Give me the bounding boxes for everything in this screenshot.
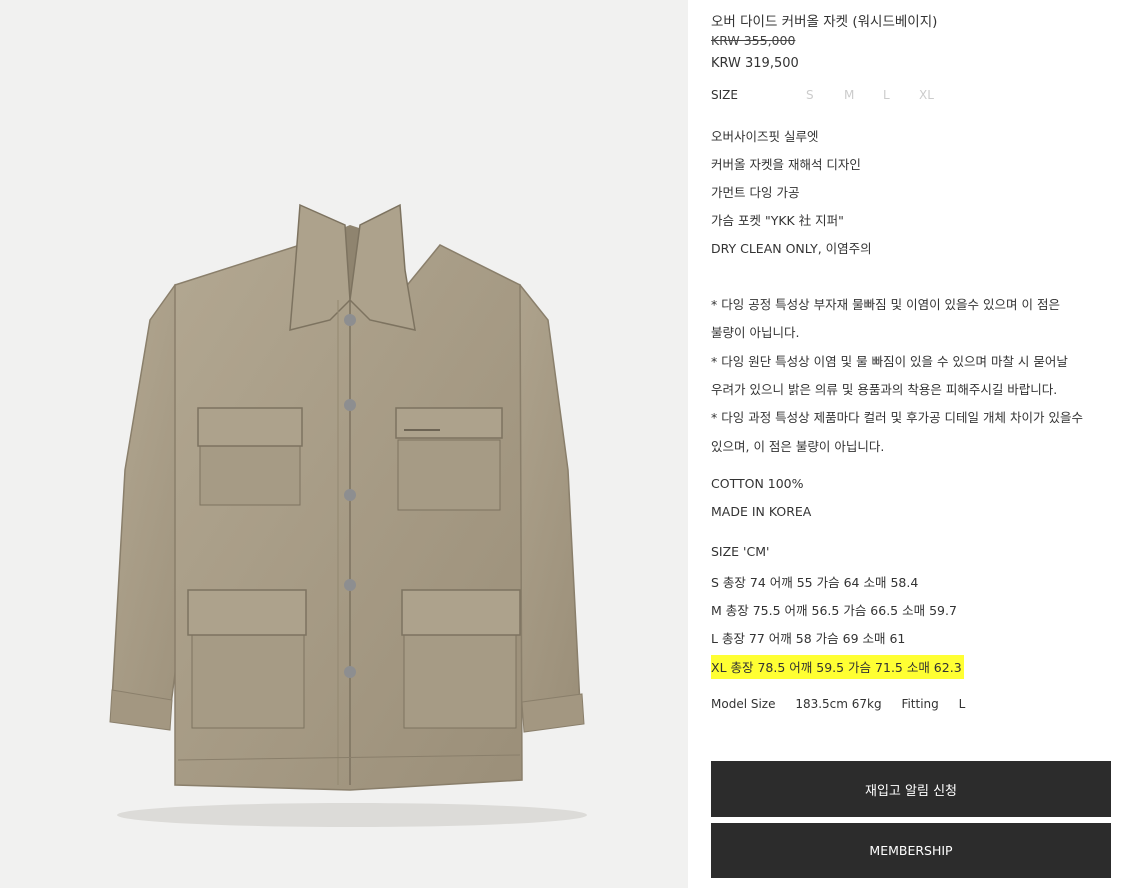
feature-line: 오버사이즈핏 실루엣: [711, 129, 819, 144]
model-size-info: Model Size 183.5cm 67kg Fitting L: [711, 697, 965, 711]
feature-line: 가슴 포켓 "YKK 社 지퍼": [711, 213, 844, 228]
fitting-value: L: [958, 697, 966, 711]
care-note-line: 불량이 아닙니다.: [711, 325, 800, 340]
model-size-label: Model Size: [711, 697, 776, 711]
product-title: 오버 다이드 커버올 자켓 (워시드베이지): [711, 14, 938, 30]
size-chart-row-l: L 총장 77 어깨 58 가슴 69 소매 61: [711, 631, 906, 646]
size-option-xl[interactable]: XL: [919, 88, 934, 102]
sale-price: KRW 319,500: [711, 56, 799, 71]
care-note-line: 우려가 있으니 밝은 의류 및 용품과의 착용은 피해주시길 바랍니다.: [711, 382, 1058, 397]
care-note-line: * 다잉 원단 특성상 이염 및 물 빠짐이 있을 수 있으며 마찰 시 묻어날: [711, 354, 1068, 369]
size-chart-row-m: M 총장 75.5 어깨 56.5 가슴 66.5 소매 59.7: [711, 603, 957, 618]
original-price: KRW 355,000: [711, 33, 796, 48]
care-note-line: * 다잉 과정 특성상 제품마다 컬러 및 후가공 디테일 개체 차이가 있을수: [711, 410, 1083, 425]
country-of-origin: MADE IN KOREA: [711, 504, 812, 519]
restock-alert-button[interactable]: 재입고 알림 신청: [711, 761, 1111, 817]
size-option-l[interactable]: L: [883, 88, 890, 102]
feature-line: 커버올 자켓을 재해석 디자인: [711, 157, 861, 172]
jacket-illustration: [109, 203, 587, 827]
size-chart-header: SIZE 'CM': [711, 544, 770, 559]
size-chart-row-xl-highlighted: XL 총장 78.5 어깨 59.5 가슴 71.5 소매 62.3: [711, 655, 964, 679]
feature-line: 가먼트 다잉 가공: [711, 185, 800, 200]
care-note-line: 있으며, 이 점은 불량이 아닙니다.: [711, 439, 885, 454]
membership-button[interactable]: MEMBERSHIP: [711, 823, 1111, 878]
material-composition: COTTON 100%: [711, 476, 804, 491]
model-measurements: 183.5cm 67kg: [795, 697, 882, 711]
feature-line: DRY CLEAN ONLY, 이염주의: [711, 241, 872, 256]
size-option-m[interactable]: M: [844, 88, 854, 102]
product-image[interactable]: [0, 0, 688, 888]
care-note-line: * 다잉 공정 특성상 부자재 물빠짐 및 이염이 있을수 있으며 이 점은: [711, 297, 1060, 312]
size-option-s[interactable]: S: [806, 88, 814, 102]
size-chart-row-s: S 총장 74 어깨 55 가슴 64 소매 58.4: [711, 575, 919, 590]
fitting-label: Fitting: [901, 697, 939, 711]
size-label: SIZE: [711, 88, 738, 102]
